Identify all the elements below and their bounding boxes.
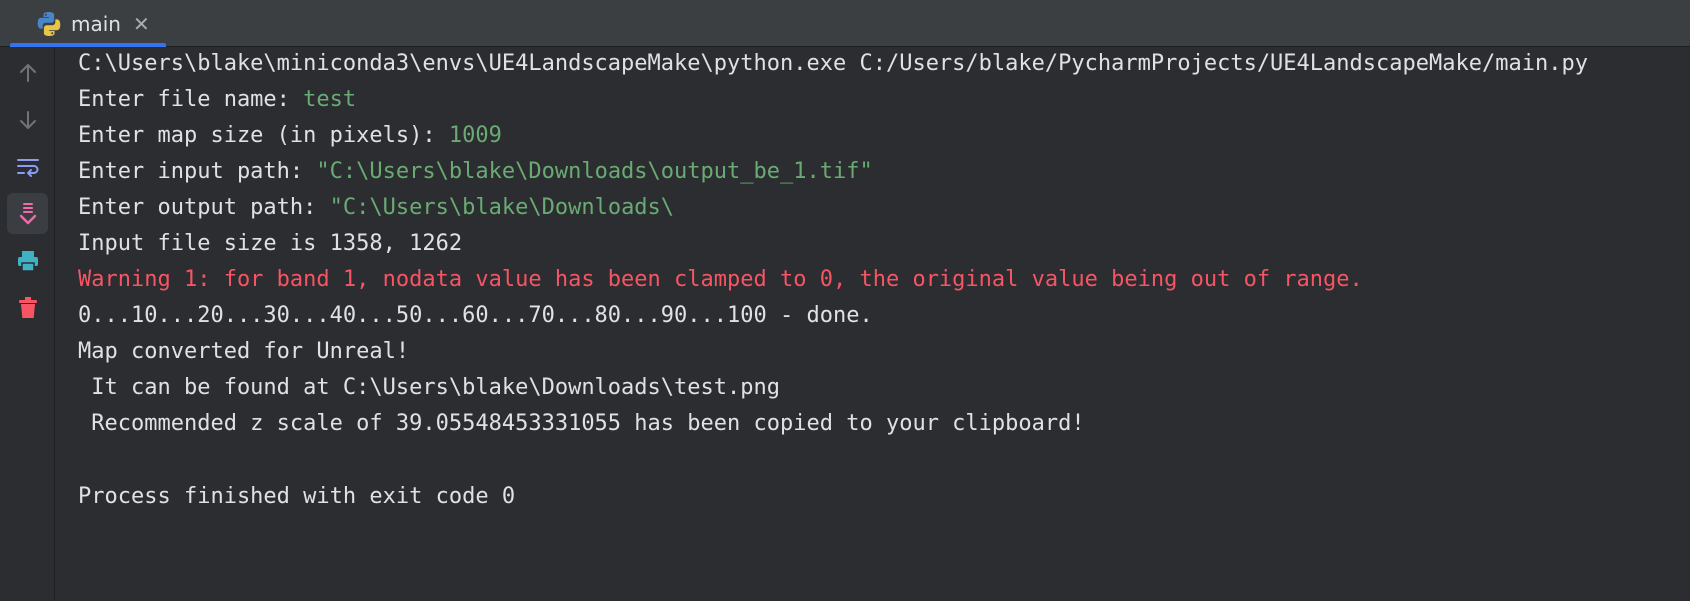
command-line: C:\Users\blake\miniconda3\envs\UE4Landsc… [78, 51, 1588, 76]
tab-bar: main ✕ [0, 0, 1690, 47]
scroll-to-end-button[interactable] [7, 193, 48, 234]
python-icon [37, 11, 61, 36]
user-input: test [303, 87, 357, 112]
output-line: Input file size is 1358, 1262 [78, 231, 463, 256]
progress-line: 0...10...20...30...40...50...60...70...8… [78, 303, 873, 328]
up-arrow-icon [19, 63, 36, 82]
prompt-line: Enter input path: "C:\Users\blake\Downlo… [78, 157, 873, 187]
prompt-text: Enter input path: [78, 159, 317, 184]
user-input: "C:\Users\blake\Downloads\ [329, 195, 675, 220]
console-toolbar [0, 47, 55, 601]
prompt-line: Enter map size (in pixels): 1009 [78, 121, 502, 151]
tab-label: main [71, 11, 121, 36]
output-line: It can be found at C:\Users\blake\Downlo… [78, 375, 780, 400]
close-tab-icon[interactable]: ✕ [133, 14, 150, 34]
soft-wrap-button[interactable] [7, 146, 48, 187]
output-line: Map converted for Unreal! [78, 339, 410, 364]
scroll-to-end-icon [19, 202, 36, 224]
user-input: "C:\Users\blake\Downloads\output_be_1.ti… [316, 159, 873, 184]
prompt-text: Enter file name: [78, 87, 304, 112]
warning-line: Warning 1: for band 1, nodata value has … [78, 267, 1363, 292]
print-button[interactable] [7, 240, 48, 281]
output-line: Recommended z scale of 39.05548453331055… [78, 411, 1085, 436]
tab-main[interactable]: main ✕ [10, 0, 166, 47]
up-arrow-button[interactable] [7, 52, 48, 93]
trash-icon [18, 296, 37, 318]
print-icon [17, 250, 38, 272]
prompt-line: Enter file name: test [78, 85, 356, 115]
console-output[interactable]: C:\Users\blake\miniconda3\envs\UE4Landsc… [56, 47, 1690, 601]
down-arrow-icon [19, 110, 36, 129]
soft-wrap-icon [16, 158, 39, 177]
prompt-line: Enter output path: "C:\Users\blake\Downl… [78, 193, 674, 223]
down-arrow-button[interactable] [7, 99, 48, 140]
clear-all-button[interactable] [7, 287, 48, 328]
user-input: 1009 [448, 123, 502, 148]
prompt-text: Enter output path: [78, 195, 330, 220]
exit-line: Process finished with exit code 0 [78, 484, 516, 509]
prompt-text: Enter map size (in pixels): [78, 123, 449, 148]
